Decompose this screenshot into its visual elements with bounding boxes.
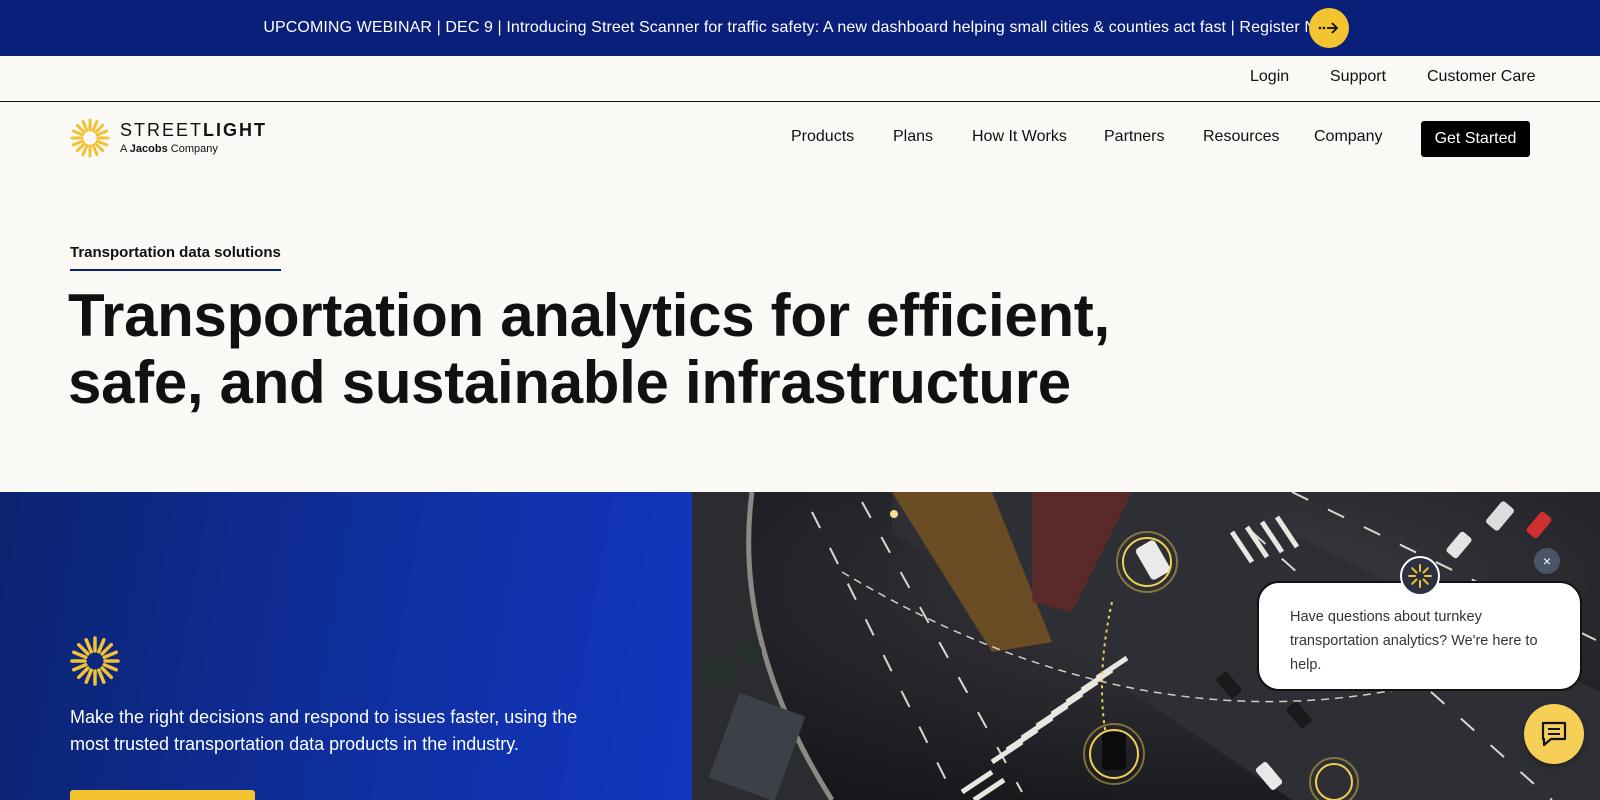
feature-description: Make the right decisions and respond to … [70,707,578,754]
chat-message-text: Have questions about turnkey transportat… [1290,609,1538,673]
logo-wordmark: STREETLIGHT A Jacobs Company [120,120,267,156]
logo-tagline: A Jacobs Company [120,143,218,155]
support-link[interactable]: Support [1330,68,1386,86]
nav-resources[interactable]: Resources [1203,128,1279,146]
utility-nav: Login Support Customer Care [0,56,1600,102]
feature-panel: Make the right decisions and respond to … [0,492,692,800]
sunburst-avatar-icon [1408,564,1432,588]
customer-care-link[interactable]: Customer Care [1427,68,1535,86]
chat-avatar [1400,556,1440,596]
chat-message-bubble[interactable]: Have questions about turnkey transportat… [1257,581,1582,691]
nav-products[interactable]: Products [791,128,854,146]
streetlight-logo[interactable]: STREETLIGHT A Jacobs Company [70,118,267,158]
logo-brand-name: STREETLIGHT [120,120,268,140]
chat-icon [1541,721,1567,747]
announcement-bar: UPCOMING WEBINAR | DEC 9 | Introducing S… [0,0,1600,56]
arrow-right-icon [1318,22,1339,34]
sunburst-icon [70,636,120,686]
chat-close-button[interactable]: × [1534,548,1560,574]
login-link[interactable]: Login [1250,68,1289,86]
feature-cta-button[interactable] [70,790,255,800]
hero-eyebrow: Transportation data solutions [70,244,281,271]
nav-how-it-works[interactable]: How It Works [972,128,1067,146]
nav-company[interactable]: Company [1314,128,1382,146]
announcement-arrow-button[interactable] [1309,8,1349,48]
chat-launcher-button[interactable] [1524,704,1584,764]
get-started-button[interactable]: Get Started [1421,121,1530,157]
announcement-text[interactable]: UPCOMING WEBINAR | DEC 9 | Introducing S… [263,19,1336,37]
main-nav: STREETLIGHT A Jacobs Company Products Pl… [0,102,1600,182]
nav-partners[interactable]: Partners [1104,128,1164,146]
sunburst-logo-icon [70,118,110,158]
nav-plans[interactable]: Plans [893,128,933,146]
hero-headline: Transportation analytics for efficient, … [68,282,1110,416]
